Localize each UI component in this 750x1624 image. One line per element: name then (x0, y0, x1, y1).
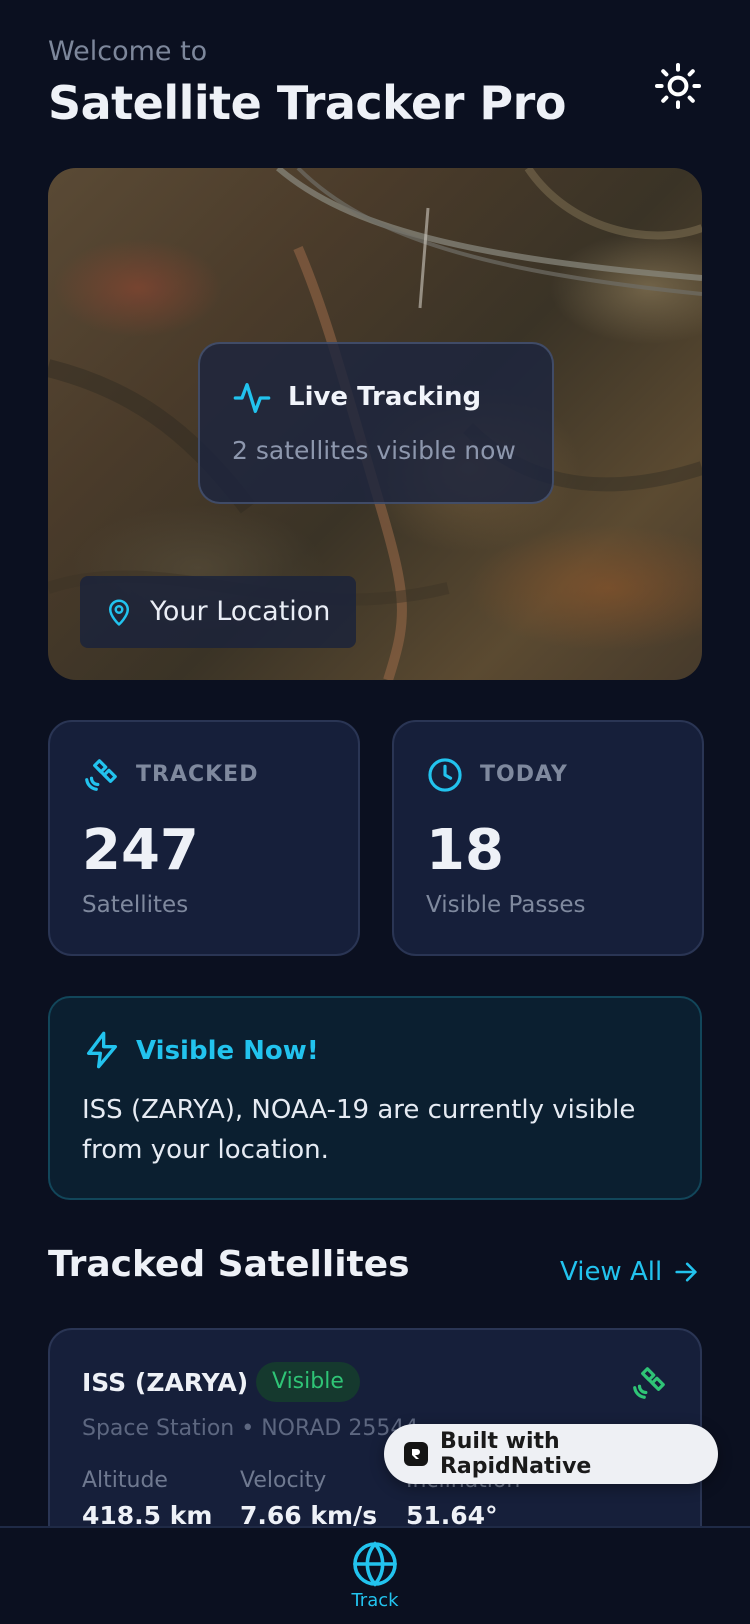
status-badge: Visible (256, 1362, 360, 1402)
lightning-icon (87, 1031, 118, 1069)
sun-icon (655, 63, 701, 109)
satellite-name: ISS (ZARYA) (82, 1368, 249, 1397)
satellite-meta: Space Station • NORAD 25544 (82, 1416, 419, 1441)
section-title: Tracked Satellites (48, 1244, 410, 1285)
activity-icon (233, 383, 271, 413)
live-tracking-card: Live Tracking 2 satellites visible now (198, 342, 554, 504)
map-pin-icon (109, 599, 129, 626)
live-tracking-title: Live Tracking (288, 382, 482, 412)
globe-icon (353, 1541, 397, 1587)
clock-icon (428, 758, 462, 792)
built-with-badge[interactable]: Built with RapidNative (384, 1424, 718, 1484)
stat-card-tracked[interactable]: TRACKED 247 Satellites (48, 720, 360, 956)
visible-now-title: Visible Now! (136, 1036, 319, 1066)
live-tracking-subtitle: 2 satellites visible now (232, 436, 516, 465)
location-label: Your Location (150, 596, 331, 627)
tab-label: Track (351, 1590, 399, 1611)
welcome-text: Welcome to (48, 36, 208, 67)
stat-label: TODAY (480, 762, 568, 787)
stat-value: 18 (426, 818, 504, 883)
theme-toggle-button[interactable] (650, 58, 706, 114)
visible-now-text: ISS (ZARYA), NOAA-19 are currently visib… (82, 1095, 636, 1165)
arrow-right-icon (675, 1262, 697, 1282)
app-screen: Welcome to Satellite Tracker Pro Live Tr (0, 0, 750, 1624)
tab-track[interactable]: Track (335, 1540, 415, 1624)
satellite-icon (85, 759, 117, 791)
visible-now-banner[interactable]: Visible Now! ISS (ZARYA), NOAA-19 are cu… (48, 996, 702, 1200)
bottom-tab-bar: Track (0, 1526, 750, 1624)
stat-card-today[interactable]: TODAY 18 Visible Passes (392, 720, 704, 956)
stat-key: Altitude (82, 1468, 168, 1493)
view-all-link[interactable]: View All (560, 1252, 700, 1292)
stat-caption: Satellites (82, 892, 189, 918)
stat-key: Velocity (240, 1468, 327, 1493)
live-map-card[interactable]: Live Tracking 2 satellites visible now Y… (48, 168, 702, 680)
your-location-chip[interactable]: Your Location (80, 576, 356, 648)
satellite-icon (633, 1367, 665, 1399)
rapidnative-logo-icon (404, 1442, 428, 1466)
stat-value: 247 (82, 818, 199, 883)
velocity-stat: Velocity 7.66 km/s (240, 1468, 377, 1530)
stat-caption: Visible Passes (426, 892, 586, 918)
page-title: Satellite Tracker Pro (48, 76, 566, 130)
view-all-label: View All (560, 1257, 663, 1287)
built-with-text: Built with RapidNative (439, 1429, 592, 1479)
altitude-stat: Altitude 418.5 km (82, 1468, 212, 1530)
stat-label: TRACKED (136, 762, 259, 787)
